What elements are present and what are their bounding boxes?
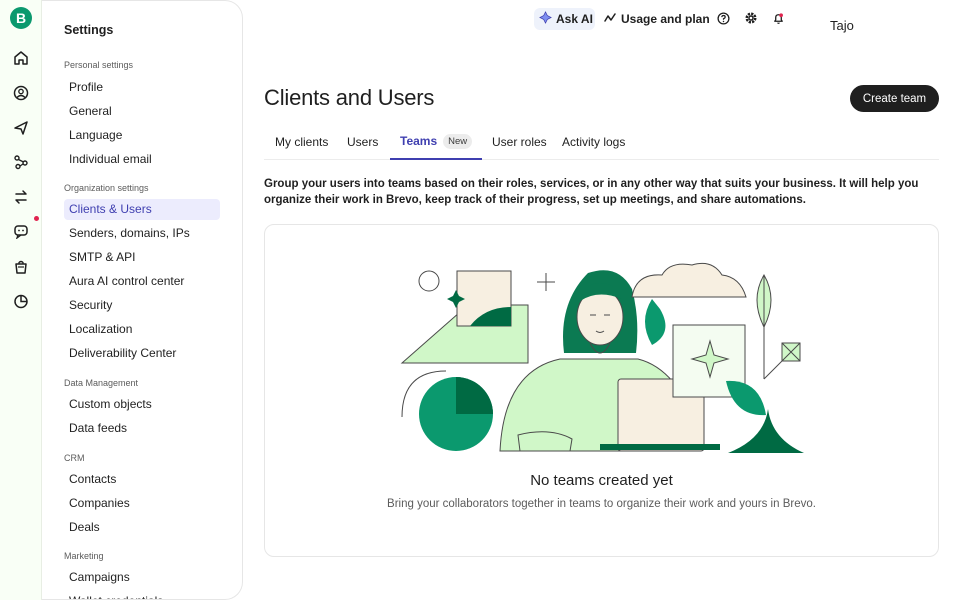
sidebar-title: Settings: [64, 23, 114, 37]
empty-state-title: No teams created yet: [530, 472, 673, 489]
user-name[interactable]: Tajo: [830, 18, 854, 33]
sidebar-item-localization[interactable]: Localization: [64, 319, 220, 340]
campaigns-icon[interactable]: [11, 118, 31, 138]
tab-my-clients[interactable]: My clients: [275, 124, 328, 160]
section-marketing: Marketing: [64, 551, 104, 561]
tab-activity-logs[interactable]: Activity logs: [562, 124, 625, 160]
sidebar-item-data-feeds[interactable]: Data feeds: [64, 418, 220, 439]
page-title: Clients and Users: [264, 85, 435, 110]
sidebar-item-smtp-api[interactable]: SMTP & API: [64, 247, 220, 268]
teams-illustration: [400, 259, 805, 457]
settings-sidebar: Settings Personal settings Profile Gener…: [42, 0, 243, 600]
sidebar-item-general[interactable]: General: [64, 101, 220, 122]
tab-teams[interactable]: Teams New: [390, 124, 483, 160]
section-organization-settings: Organization settings: [64, 183, 149, 193]
empty-state-subtitle: Bring your collaborators together in tea…: [387, 498, 816, 510]
tab-teams-label: Teams: [400, 134, 438, 148]
automations-icon[interactable]: [11, 152, 31, 172]
app-rail: B: [0, 0, 42, 600]
new-badge: New: [443, 133, 473, 149]
bell-icon[interactable]: [770, 10, 786, 26]
home-icon[interactable]: [11, 48, 31, 68]
sidebar-item-contacts[interactable]: Contacts: [64, 469, 220, 490]
transfer-icon[interactable]: [11, 187, 31, 207]
section-data-management: Data Management: [64, 378, 139, 388]
teams-description: Group your users into teams based on the…: [264, 178, 919, 206]
empty-state-card: No teams created yet Bring your collabor…: [264, 224, 939, 557]
tab-user-roles[interactable]: User roles: [492, 124, 547, 160]
brevo-logo[interactable]: B: [10, 7, 32, 29]
sidebar-item-custom-objects[interactable]: Custom objects: [64, 394, 220, 415]
sidebar-item-deliverability[interactable]: Deliverability Center: [64, 343, 220, 364]
sidebar-item-security[interactable]: Security: [64, 295, 220, 316]
sparkle-icon: [539, 11, 552, 27]
sidebar-item-companies[interactable]: Companies: [64, 493, 220, 514]
ask-ai-button[interactable]: Ask AI: [534, 8, 595, 30]
sales-icon[interactable]: [11, 257, 31, 277]
activity-icon: [604, 12, 616, 27]
sidebar-item-wallet-credentials[interactable]: Wallet credentials: [64, 591, 220, 599]
tabs-bar: My clients Users Teams New User roles Ac…: [264, 124, 939, 160]
section-crm: CRM: [64, 453, 85, 463]
sidebar-item-language[interactable]: Language: [64, 125, 220, 146]
conversations-icon[interactable]: [11, 221, 31, 241]
usage-label: Usage and plan: [621, 12, 710, 26]
tab-users[interactable]: Users: [347, 124, 378, 160]
contacts-icon[interactable]: [11, 83, 31, 103]
sidebar-item-deals[interactable]: Deals: [64, 517, 220, 538]
sidebar-item-senders[interactable]: Senders, domains, IPs: [64, 223, 220, 244]
section-personal-settings: Personal settings: [64, 60, 134, 70]
sidebar-item-aura-ai[interactable]: Aura AI control center: [64, 271, 220, 292]
sidebar-item-individual-email[interactable]: Individual email: [64, 149, 220, 170]
gear-icon[interactable]: [743, 10, 759, 26]
sidebar-item-clients-users[interactable]: Clients & Users: [64, 199, 220, 220]
reports-icon[interactable]: [11, 291, 31, 311]
help-icon[interactable]: [715, 10, 731, 26]
create-team-button[interactable]: Create team: [850, 85, 939, 112]
sidebar-item-campaigns[interactable]: Campaigns: [64, 567, 220, 588]
ask-ai-label: Ask AI: [556, 12, 593, 26]
sidebar-item-profile[interactable]: Profile: [64, 77, 220, 98]
usage-and-plan-button[interactable]: Usage and plan: [604, 8, 710, 30]
notification-dot: [34, 216, 39, 221]
